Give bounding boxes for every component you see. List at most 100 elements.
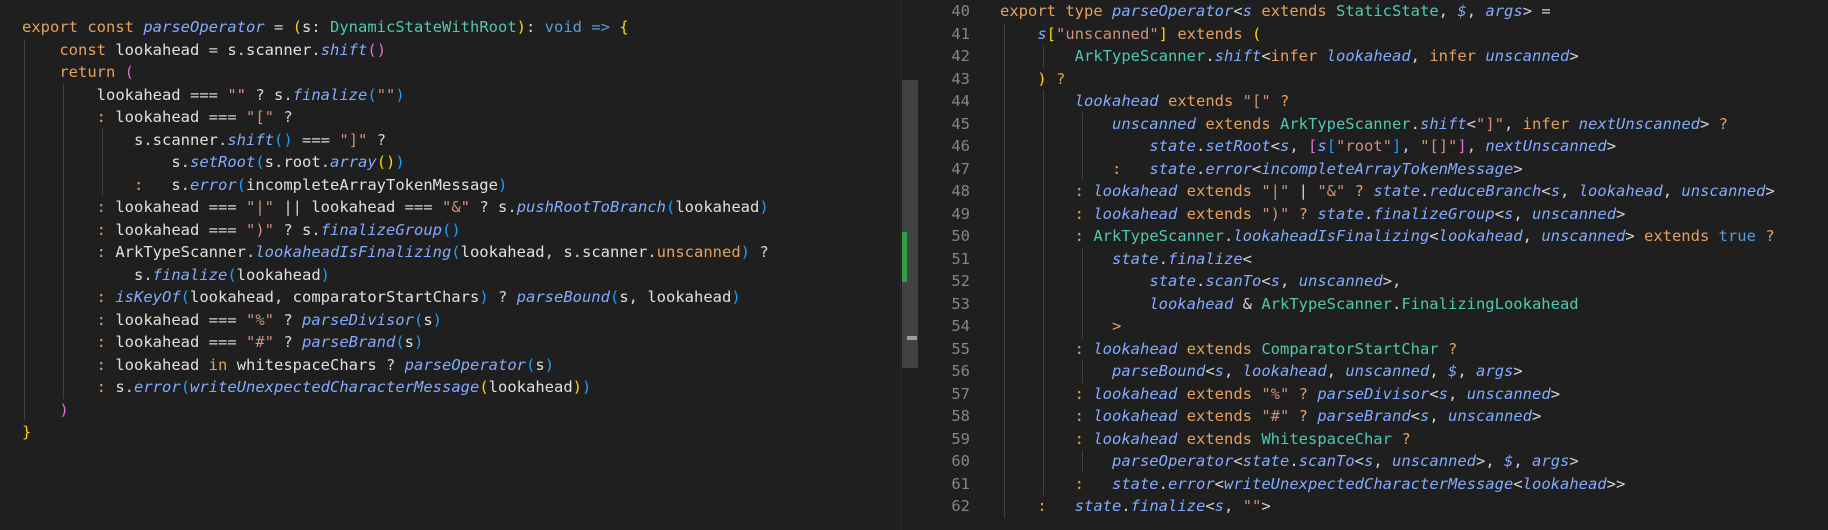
- code-line[interactable]: 55 : lookahead extends ComparatorStartCh…: [918, 338, 1828, 361]
- code-token: state: [1074, 497, 1122, 515]
- code-line[interactable]: 58 : lookahead extends "#" ? parseBrand<…: [918, 405, 1828, 428]
- code-token: :: [1037, 497, 1075, 515]
- code-token: scanner: [152, 130, 218, 149]
- code-line[interactable]: : lookahead in whitespaceChars ? parseOp…: [0, 354, 900, 377]
- code-token: .: [143, 265, 153, 284]
- code-line[interactable]: : lookahead === ")" ? s.finalizeGroup(): [0, 219, 900, 242]
- code-line[interactable]: 61 : state.error<writeUnexpectedCharacte…: [918, 473, 1828, 496]
- code-token: s: [227, 40, 237, 59]
- code-line[interactable]: 56 parseBound<s, lookahead, unscanned, $…: [918, 360, 1828, 383]
- code-token: "#": [246, 333, 274, 351]
- code-token: .: [124, 378, 135, 396]
- line-number: 59: [951, 429, 970, 448]
- line-number: 40: [951, 2, 970, 20]
- code-line[interactable]: 50 : ArkTypeScanner.lookaheadIsFinalizin…: [918, 225, 1828, 248]
- code-token: lookahead: [1149, 294, 1234, 313]
- code-token: .: [1205, 47, 1215, 65]
- code-token: unscanned: [1111, 114, 1196, 133]
- code-token: ?: [1298, 204, 1318, 223]
- code-line[interactable]: s.finalize(lookahead): [0, 264, 900, 287]
- code-line[interactable]: 52 state.scanTo<s, unscanned>,: [918, 270, 1828, 293]
- code-line[interactable]: : lookahead === "#" ? parseBrand(s): [0, 331, 900, 354]
- code-token: ")": [246, 220, 274, 239]
- code-token: :: [1074, 227, 1094, 245]
- code-token: scanTo: [1298, 452, 1355, 470]
- code-line[interactable]: return (: [0, 61, 900, 84]
- code-token: "[": [1242, 92, 1271, 110]
- code-token: lookahead: [1438, 227, 1523, 245]
- code-text: parseBound<s, lookahead, unscanned, $, a…: [1000, 360, 1523, 383]
- code-token: (: [1252, 24, 1262, 43]
- code-line[interactable]: : s.error(writeUnexpectedCharacterMessag…: [0, 376, 900, 399]
- right-editor-pane[interactable]: 40 export type parseOperator<s extends St…: [918, 0, 1828, 530]
- code-text: s["unscanned"] extends (: [1000, 23, 1261, 46]
- code-token: s: [115, 378, 125, 396]
- code-line[interactable]: }: [0, 421, 900, 444]
- code-line[interactable]: 51 state.finalize<: [918, 248, 1828, 271]
- code-token: >: [1616, 204, 1626, 223]
- code-line[interactable]: 60 parseOperator<state.scanTo<s, unscann…: [918, 450, 1828, 473]
- code-token: .: [1121, 497, 1131, 515]
- code-token: ?: [470, 198, 498, 216]
- code-line[interactable]: s.setRoot(s.root.array()): [0, 151, 900, 174]
- code-line[interactable]: lookahead === "" ? s.finalize(""): [0, 84, 900, 107]
- code-token: ArkTypeScanner: [1074, 47, 1206, 65]
- code-line[interactable]: : lookahead === "%" ? parseDivisor(s): [0, 309, 900, 332]
- code-line[interactable]: 42 ArkTypeScanner.shift<infer lookahead,…: [918, 45, 1828, 68]
- code-token: .: [507, 198, 517, 216]
- code-token: lookahead: [675, 198, 760, 216]
- code-line[interactable]: 44 lookahead extends "[" ?: [918, 90, 1828, 113]
- scrollbar-thumb[interactable]: [902, 80, 918, 368]
- code-line[interactable]: ): [0, 399, 900, 422]
- code-line[interactable]: 47 : state.error<incompleteArrayTokenMes…: [918, 158, 1828, 181]
- code-token: s: [274, 85, 284, 104]
- code-token: nextUnscanned: [1578, 114, 1700, 133]
- code-token: extends: [1186, 182, 1262, 200]
- code-line[interactable]: 57 : lookahead extends "%" ? parseDiviso…: [918, 383, 1828, 406]
- code-token: ): [740, 243, 751, 261]
- code-line[interactable]: 40 export type parseOperator<s extends St…: [918, 0, 1828, 23]
- code-line[interactable]: s.scanner.shift() === "]" ?: [0, 129, 900, 152]
- code-token: ,: [1504, 114, 1523, 133]
- code-token: setRoot: [1205, 137, 1271, 155]
- code-line[interactable]: : isKeyOf(lookahead, comparatorStartChar…: [0, 286, 900, 309]
- code-line[interactable]: export const parseOperator = (s: Dynamic…: [0, 16, 900, 39]
- code-token: lookahead: [1093, 384, 1178, 403]
- code-line[interactable]: 41 s["unscanned"] extends (: [918, 23, 1828, 46]
- code-token: ): [572, 378, 583, 396]
- code-token: extends: [1261, 2, 1337, 20]
- code-line[interactable]: : ArkTypeScanner.lookaheadIsFinalizing(l…: [0, 241, 900, 264]
- code-line[interactable]: 59 : lookahead extends WhitespaceChar ?: [918, 428, 1828, 451]
- code-token: "&": [442, 198, 470, 216]
- code-line[interactable]: 48 : lookahead extends "|" | "&" ? state…: [918, 180, 1828, 203]
- code-token: ): [544, 355, 555, 374]
- left-editor-pane[interactable]: export const parseOperator = (s: Dynamic…: [0, 0, 900, 530]
- code-line[interactable]: 54 >: [918, 315, 1828, 338]
- left-editor-scrollbar[interactable]: [900, 0, 919, 530]
- code-token: .: [1223, 227, 1234, 245]
- code-token: (: [526, 355, 536, 374]
- code-token: .: [320, 153, 331, 171]
- code-token: unscanned: [1532, 204, 1617, 223]
- code-token: setRoot: [190, 153, 256, 171]
- code-line[interactable]: 53 lookahead & ArkTypeScanner.Finalizing…: [918, 293, 1828, 316]
- code-line[interactable]: 46 state.setRoot<s, [s["root"], "[]"], n…: [918, 135, 1828, 158]
- code-line[interactable]: : lookahead === "[" ?: [0, 106, 900, 129]
- code-line[interactable]: : lookahead === "|" || lookahead === "&"…: [0, 196, 900, 219]
- code-line[interactable]: 62 : state.finalize<s, "">: [918, 495, 1828, 518]
- code-line[interactable]: const lookahead = s.scanner.shift(): [0, 39, 900, 62]
- code-line[interactable]: 43 ) ?: [918, 68, 1828, 91]
- code-line[interactable]: : s.error(incompleteArrayTokenMessage): [0, 174, 900, 197]
- code-token: state: [1111, 474, 1159, 493]
- code-line[interactable]: 45 unscanned extends ArkTypeScanner.shif…: [918, 113, 1828, 136]
- code-token: extends: [1643, 227, 1719, 245]
- code-token: ,: [274, 288, 293, 306]
- code-token: s: [133, 265, 144, 284]
- code-line[interactable]: 49 : lookahead extends ")" ? state.final…: [918, 203, 1828, 226]
